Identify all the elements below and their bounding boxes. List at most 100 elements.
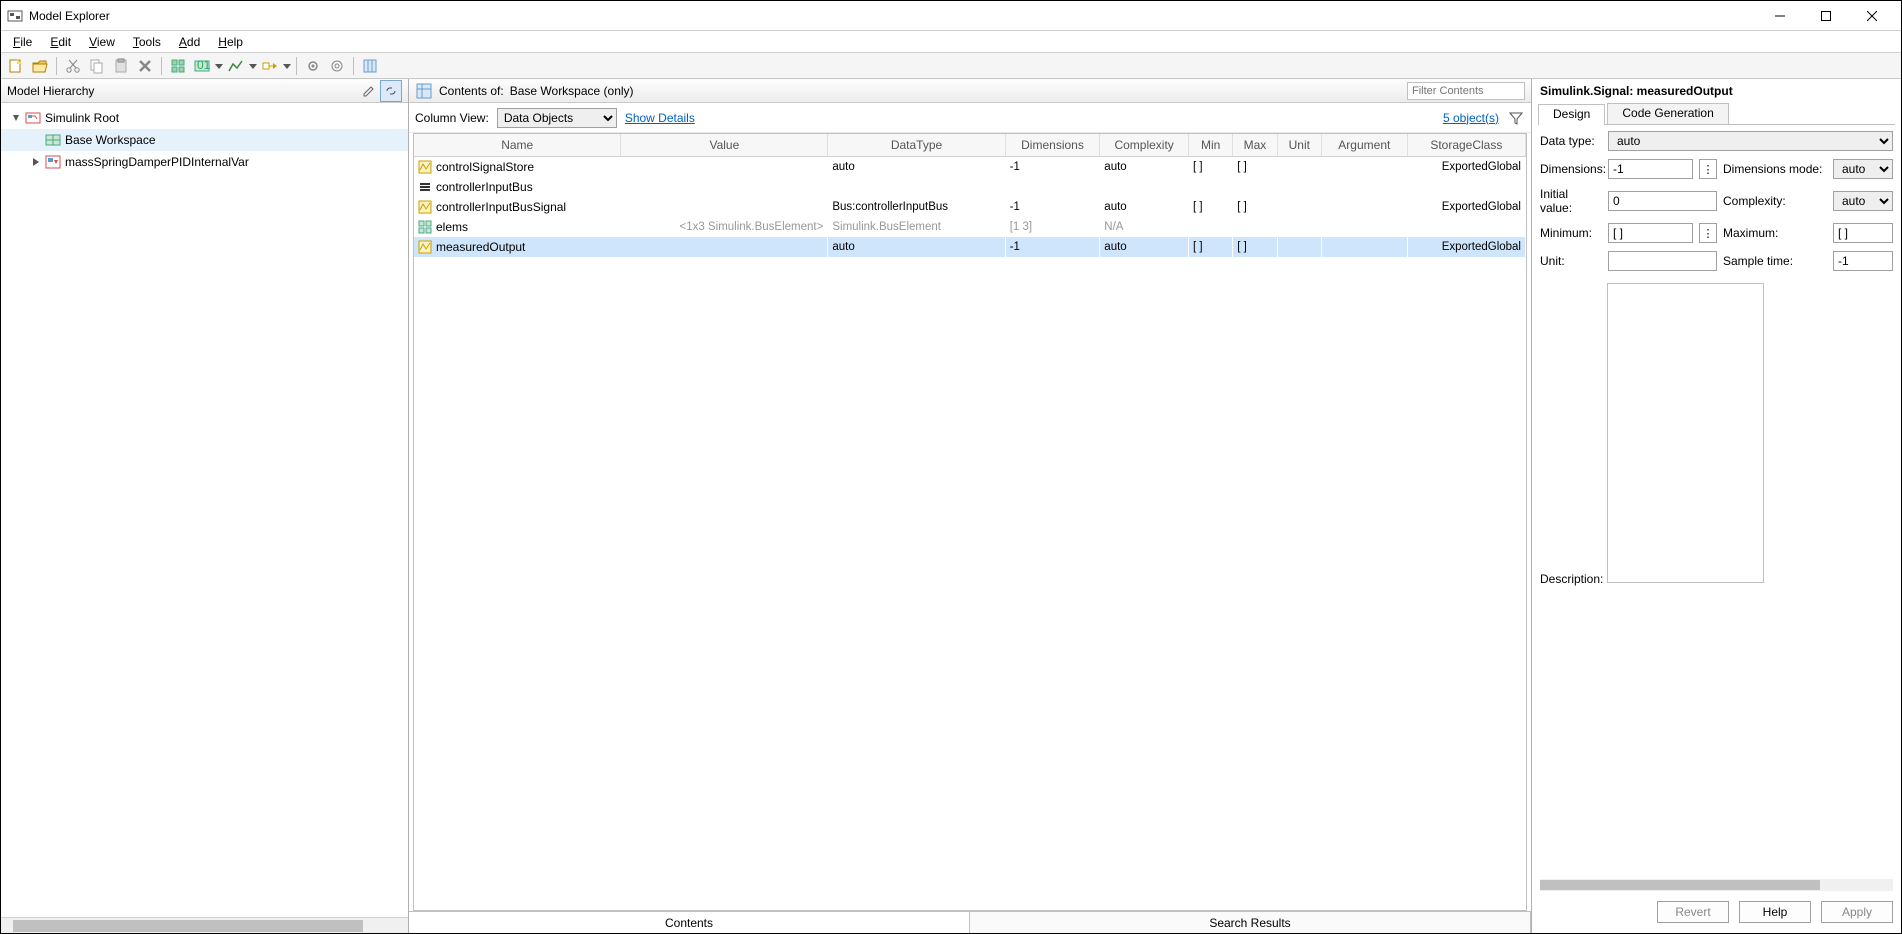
menu-help[interactable]: Help	[210, 33, 251, 51]
maximize-button[interactable]	[1803, 1, 1849, 31]
table-cell: -1	[1005, 237, 1100, 257]
close-button[interactable]	[1849, 1, 1895, 31]
column-header[interactable]: Argument	[1321, 134, 1407, 156]
column-header[interactable]: StorageClass	[1407, 134, 1525, 156]
app-icon	[7, 8, 23, 24]
dropdown-icon[interactable]	[249, 62, 257, 70]
complexity-label: Complexity:	[1723, 194, 1827, 208]
hierarchy-tree[interactable]: Simulink RootBase Workspace massSpringDam…	[1, 103, 408, 917]
unit-input[interactable]	[1608, 251, 1717, 271]
dimensions-mode-select[interactable]: auto	[1833, 159, 1893, 179]
signal-chart-icon[interactable]	[225, 55, 247, 77]
column-header[interactable]: Min	[1188, 134, 1232, 156]
mid-tabs: Contents Search Results	[409, 911, 1531, 933]
table-cell: Bus:controllerInputBus	[828, 197, 1005, 217]
delete-icon[interactable]	[134, 55, 156, 77]
complexity-select[interactable]: auto	[1833, 191, 1893, 211]
column-header[interactable]: Max	[1233, 134, 1277, 156]
variable-icon[interactable]: 010	[191, 55, 213, 77]
minimize-button[interactable]	[1757, 1, 1803, 31]
description-label: Description:	[1540, 572, 1603, 586]
sample-time-input[interactable]	[1833, 251, 1893, 271]
column-header[interactable]: Dimensions	[1005, 134, 1100, 156]
column-view-select[interactable]: Data Objects	[497, 108, 617, 128]
table-cell	[1188, 217, 1232, 237]
left-pane-title: Model Hierarchy	[7, 84, 358, 98]
tree-toggle-icon[interactable]	[9, 111, 23, 125]
table-cell	[1321, 197, 1407, 217]
tree-toggle-icon[interactable]	[29, 133, 43, 147]
minimum-more-icon[interactable]: ⋮	[1699, 223, 1717, 243]
edit-icon[interactable]	[358, 80, 380, 102]
grid-view-icon[interactable]	[167, 55, 189, 77]
tree-label: massSpringDamperPIDInternalVar	[65, 155, 249, 169]
tree-toggle-icon[interactable]	[29, 155, 43, 169]
table-cell: [ ]	[1188, 197, 1232, 217]
dimensions-input[interactable]	[1608, 159, 1693, 179]
object-count-link[interactable]: 5 object(s)	[1443, 111, 1499, 125]
help-button[interactable]: Help	[1739, 901, 1811, 923]
menu-edit[interactable]: Edit	[42, 33, 79, 51]
table-row[interactable]: controllerInputBusSignal Bus:controllerIn…	[414, 197, 1526, 217]
table-row[interactable]: elems<1x3 Simulink.BusElement>Simulink.B…	[414, 217, 1526, 237]
new-model-icon[interactable]	[5, 55, 27, 77]
column-header[interactable]: DataType	[828, 134, 1005, 156]
contents-table[interactable]: NameValueDataTypeDimensionsComplexityMin…	[413, 133, 1527, 911]
row-name: controlSignalStore	[436, 160, 534, 174]
tab-code-generation[interactable]: Code Generation	[1607, 103, 1728, 124]
filter-icon[interactable]	[1507, 109, 1525, 127]
initial-value-input[interactable]	[1608, 191, 1717, 211]
tab-contents[interactable]: Contents	[409, 912, 970, 933]
revert-button[interactable]: Revert	[1657, 901, 1729, 923]
table-cell: [ ]	[1233, 237, 1277, 257]
row-name: controllerInputBusSignal	[436, 200, 566, 214]
row-name: elems	[436, 220, 468, 234]
menu-view[interactable]: View	[81, 33, 123, 51]
table-row[interactable]: controllerInputBus	[414, 177, 1526, 197]
left-pane-header: Model Hierarchy	[1, 79, 408, 103]
column-header[interactable]: Complexity	[1100, 134, 1189, 156]
dropdown-icon[interactable]	[283, 62, 291, 70]
table-row[interactable]: measuredOutputauto-1auto[ ][ ]ExportedGl…	[414, 237, 1526, 257]
filter-contents-input[interactable]	[1407, 82, 1525, 100]
table-cell: [ ]	[1188, 156, 1232, 177]
table-row[interactable]: controlSignalStoreauto-1auto[ ][ ]Export…	[414, 156, 1526, 177]
column-header[interactable]: Value	[621, 134, 828, 156]
minimum-input[interactable]	[1608, 223, 1693, 243]
cut-icon[interactable]	[62, 55, 84, 77]
column-header[interactable]: Name	[414, 134, 621, 156]
dropdown-icon[interactable]	[215, 62, 223, 70]
table-cell	[1277, 237, 1321, 257]
datatype-select[interactable]: auto	[1608, 131, 1893, 151]
tree-node[interactable]: Base Workspace	[1, 129, 408, 151]
open-icon[interactable]	[29, 55, 51, 77]
tree-node[interactable]: massSpringDamperPIDInternalVar	[1, 151, 408, 173]
target-icon[interactable]	[326, 55, 348, 77]
apply-button[interactable]: Apply	[1821, 901, 1893, 923]
menu-file[interactable]: File	[5, 33, 40, 51]
paste-icon[interactable]	[110, 55, 132, 77]
link-icon[interactable]	[380, 80, 402, 102]
horizontal-scrollbar[interactable]	[1, 917, 408, 933]
dimensions-more-icon[interactable]: ⋮	[1699, 159, 1717, 179]
menubar: File Edit View Tools Add Help	[1, 31, 1901, 53]
dimensions-mode-label: Dimensions mode:	[1723, 162, 1827, 176]
tree-node[interactable]: Simulink Root	[1, 107, 408, 129]
table-cell	[828, 177, 1005, 197]
gear-icon[interactable]	[302, 55, 324, 77]
description-textarea[interactable]	[1607, 283, 1764, 583]
menu-add[interactable]: Add	[171, 33, 208, 51]
right-horizontal-scrollbar[interactable]	[1540, 879, 1893, 891]
table-cell	[1188, 177, 1232, 197]
copy-icon[interactable]	[86, 55, 108, 77]
tab-design[interactable]: Design	[1538, 104, 1605, 125]
column-header[interactable]: Unit	[1277, 134, 1321, 156]
model-icon	[45, 154, 61, 170]
columns-icon[interactable]	[359, 55, 381, 77]
show-details-link[interactable]: Show Details	[625, 111, 695, 125]
tab-search-results[interactable]: Search Results	[970, 912, 1531, 933]
menu-tools[interactable]: Tools	[125, 33, 169, 51]
table-cell	[1277, 156, 1321, 177]
maximum-input[interactable]	[1833, 223, 1893, 243]
flow-icon[interactable]	[259, 55, 281, 77]
